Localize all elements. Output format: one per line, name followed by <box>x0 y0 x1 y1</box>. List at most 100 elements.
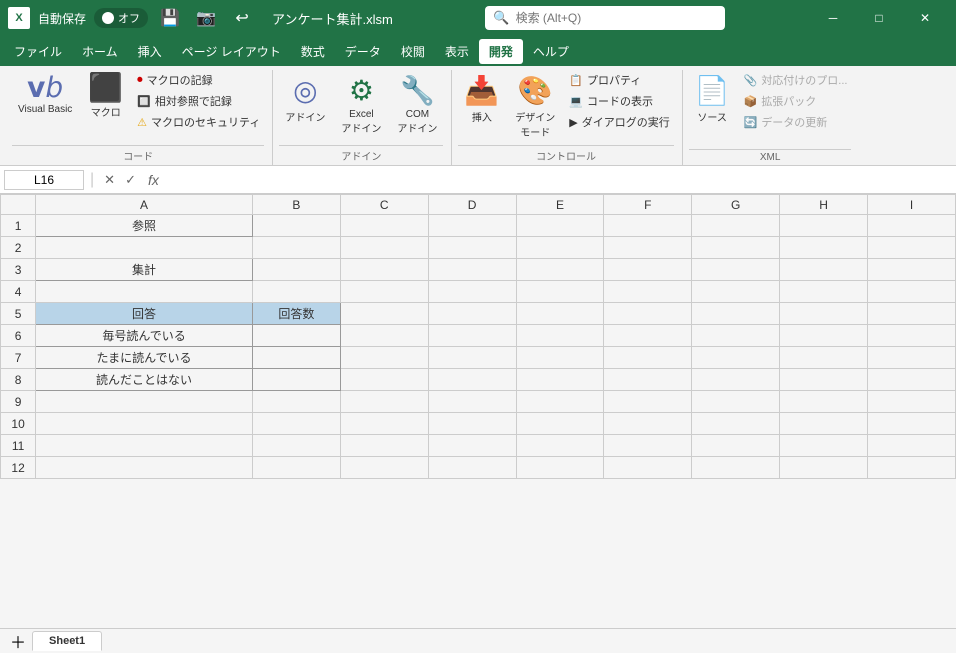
cell-C2[interactable] <box>340 237 428 259</box>
cell-H8[interactable] <box>780 369 868 391</box>
macro-security-btn[interactable]: ⚠ マクロのセキュリティ <box>133 112 264 132</box>
cell-G1[interactable] <box>692 215 780 237</box>
cell-E4[interactable] <box>516 281 604 303</box>
row-header-10[interactable]: 10 <box>1 413 36 435</box>
col-header-A[interactable]: A <box>36 195 253 215</box>
relative-record-btn[interactable]: 🔲 相対参照で記録 <box>133 91 264 111</box>
cell-E5[interactable] <box>516 303 604 325</box>
cell-A12[interactable] <box>36 457 253 479</box>
cell-D7[interactable] <box>428 347 516 369</box>
cell-A9[interactable] <box>36 391 253 413</box>
excel-addin-btn[interactable]: ⚙ Excelアドイン <box>335 70 387 139</box>
cell-H10[interactable] <box>780 413 868 435</box>
design-mode-btn[interactable]: 🎨 デザインモード <box>509 70 561 143</box>
menu-view[interactable]: 表示 <box>435 39 479 64</box>
cancel-formula-btn[interactable]: ✕ <box>100 170 119 190</box>
cell-D12[interactable] <box>428 457 516 479</box>
row-header-11[interactable]: 11 <box>1 435 36 457</box>
row-header-6[interactable]: 6 <box>1 325 36 347</box>
search-box[interactable]: 🔍 <box>485 6 725 30</box>
save-button[interactable]: 💾 <box>156 4 184 32</box>
cell-F10[interactable] <box>604 413 692 435</box>
cell-G12[interactable] <box>692 457 780 479</box>
col-header-D[interactable]: D <box>428 195 516 215</box>
menu-home[interactable]: ホーム <box>72 39 128 64</box>
cell-F4[interactable] <box>604 281 692 303</box>
menu-help[interactable]: ヘルプ <box>523 39 579 64</box>
col-header-G[interactable]: G <box>692 195 780 215</box>
cell-E1[interactable] <box>516 215 604 237</box>
cell-E6[interactable] <box>516 325 604 347</box>
cell-A7[interactable]: たまに読んでいる <box>36 347 253 369</box>
cell-C1[interactable] <box>340 215 428 237</box>
camera-button[interactable]: 📷 <box>192 4 220 32</box>
cell-F1[interactable] <box>604 215 692 237</box>
menu-developer[interactable]: 開発 <box>479 39 523 64</box>
minimize-button[interactable]: ─ <box>810 0 856 36</box>
cell-A4[interactable] <box>36 281 253 303</box>
source-btn[interactable]: 📄 ソース <box>689 70 736 128</box>
col-header-F[interactable]: F <box>604 195 692 215</box>
row-header-8[interactable]: 8 <box>1 369 36 391</box>
cell-C9[interactable] <box>340 391 428 413</box>
sheet-tab-1[interactable]: Sheet1 <box>32 631 102 651</box>
cell-I8[interactable] <box>868 369 956 391</box>
col-header-E[interactable]: E <box>516 195 604 215</box>
cell-B10[interactable] <box>252 413 340 435</box>
cell-C3[interactable] <box>340 259 428 281</box>
row-header-4[interactable]: 4 <box>1 281 36 303</box>
macro-btn[interactable]: ⬛ マクロ <box>82 70 129 123</box>
cell-H7[interactable] <box>780 347 868 369</box>
cell-B8[interactable] <box>252 369 340 391</box>
cell-G10[interactable] <box>692 413 780 435</box>
cell-E8[interactable] <box>516 369 604 391</box>
cell-F6[interactable] <box>604 325 692 347</box>
cell-A6[interactable]: 毎号読んでいる <box>36 325 253 347</box>
cell-B9[interactable] <box>252 391 340 413</box>
cell-D4[interactable] <box>428 281 516 303</box>
cell-B7[interactable] <box>252 347 340 369</box>
menu-data[interactable]: データ <box>335 39 391 64</box>
refresh-data-btn[interactable]: 🔄 データの更新 <box>740 112 852 132</box>
mapping-btn[interactable]: 📎 対応付けのプロ... <box>740 70 852 90</box>
cell-H12[interactable] <box>780 457 868 479</box>
cell-E12[interactable] <box>516 457 604 479</box>
com-addin-btn[interactable]: 🔧 COMアドイン <box>391 70 443 139</box>
cell-E10[interactable] <box>516 413 604 435</box>
cell-B4[interactable] <box>252 281 340 303</box>
cell-A3[interactable]: 集計 <box>36 259 253 281</box>
autosave-toggle[interactable]: オフ <box>94 8 148 28</box>
cell-I12[interactable] <box>868 457 956 479</box>
cell-D9[interactable] <box>428 391 516 413</box>
menu-file[interactable]: ファイル <box>4 39 72 64</box>
cell-G3[interactable] <box>692 259 780 281</box>
add-sheet-btn[interactable]: ＋ <box>4 629 32 653</box>
cell-I1[interactable] <box>868 215 956 237</box>
view-code-btn[interactable]: 💻 コードの表示 <box>565 91 673 111</box>
col-header-C[interactable]: C <box>340 195 428 215</box>
cell-F2[interactable] <box>604 237 692 259</box>
menu-page-layout[interactable]: ページ レイアウト <box>172 39 291 64</box>
col-header-B[interactable]: B <box>252 195 340 215</box>
cell-I11[interactable] <box>868 435 956 457</box>
cell-E7[interactable] <box>516 347 604 369</box>
menu-review[interactable]: 校閲 <box>391 39 435 64</box>
cell-F8[interactable] <box>604 369 692 391</box>
cell-F11[interactable] <box>604 435 692 457</box>
properties-btn[interactable]: 📋 プロパティ <box>565 70 673 90</box>
cell-B11[interactable] <box>252 435 340 457</box>
search-input[interactable] <box>516 11 718 25</box>
cell-ref-input[interactable] <box>4 170 84 190</box>
row-header-9[interactable]: 9 <box>1 391 36 413</box>
row-header-1[interactable]: 1 <box>1 215 36 237</box>
cell-A11[interactable] <box>36 435 253 457</box>
cell-F12[interactable] <box>604 457 692 479</box>
visual-basic-btn[interactable]: 𝘃𝘣 Visual Basic <box>12 70 78 119</box>
cell-E3[interactable] <box>516 259 604 281</box>
cell-C7[interactable] <box>340 347 428 369</box>
cell-D6[interactable] <box>428 325 516 347</box>
cell-D5[interactable] <box>428 303 516 325</box>
cell-H4[interactable] <box>780 281 868 303</box>
cell-F3[interactable] <box>604 259 692 281</box>
cell-E9[interactable] <box>516 391 604 413</box>
